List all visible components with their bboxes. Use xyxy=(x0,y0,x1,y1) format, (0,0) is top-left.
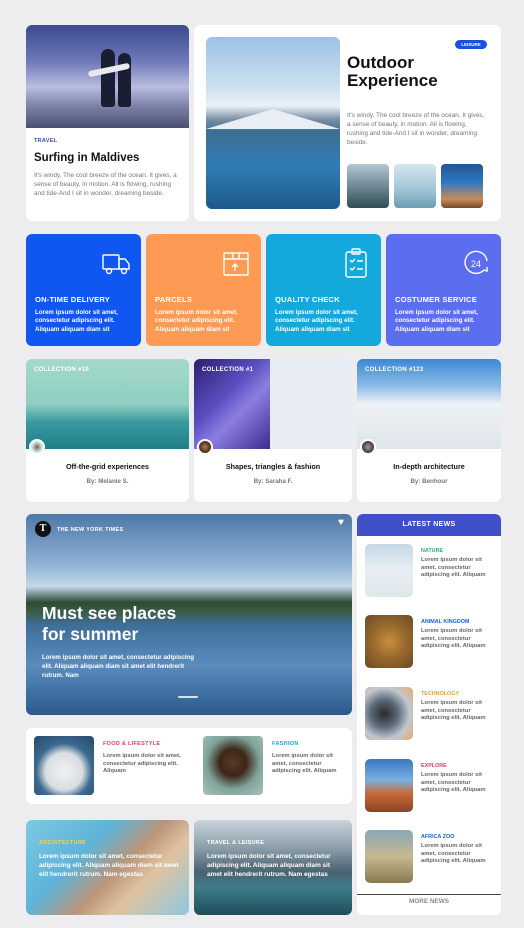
avatar[interactable] xyxy=(197,439,213,455)
surf-card[interactable]: TRAVEL Surfing in Maldives It's windy. T… xyxy=(26,25,189,221)
surfer-silhouette xyxy=(118,53,131,107)
feature-title-line2: for summer xyxy=(42,624,139,644)
service-card-delivery[interactable]: ON-TIME DELIVERY Lorem ipsum dolor sit a… xyxy=(26,234,141,346)
collection-label: COLLECTION #1 xyxy=(202,367,254,373)
article-photo[interactable] xyxy=(203,736,263,795)
article-text: Lorem ipsum dolor sit amet, consectetur … xyxy=(103,753,181,775)
news-item[interactable]: ANIMAL KINGDOM Lorem ipsum dolor sit ame… xyxy=(421,619,497,651)
surf-title: Surfing in Maldives xyxy=(34,152,140,164)
nyt-logo: T xyxy=(35,521,51,537)
service-title: COSTUMER SERVICE xyxy=(395,295,477,304)
service-title: ON-TIME DELIVERY xyxy=(35,295,111,304)
service-desc: Lorem ipsum dolor sit amet, consectetur … xyxy=(275,309,358,333)
avatar[interactable] xyxy=(360,439,376,455)
outdoor-text: It's windy. The cool breeze of the ocean… xyxy=(347,112,485,146)
service-card-parcels[interactable]: PARCELS Lorem ipsum dolor sit amet, cons… xyxy=(146,234,261,346)
article-category[interactable]: FOOD & LIFESTYLE xyxy=(103,741,160,747)
collection-author: By: Benhour xyxy=(410,478,448,485)
collection-label: COLLECTION #10 xyxy=(34,367,89,373)
feature-source: THE NEW YORK TIMES xyxy=(57,527,124,533)
thumb-2[interactable] xyxy=(394,164,436,208)
latest-news-panel: LATEST NEWS NATURE Lorem ipsum dolor sit… xyxy=(357,514,501,915)
thumb-3[interactable] xyxy=(441,164,483,208)
feature-card[interactable]: T THE NEW YORK TIMES ♥ Must see places f… xyxy=(26,514,352,715)
checklist-icon xyxy=(345,248,367,278)
card-category: ARCHITECTURE xyxy=(39,840,86,846)
heart-icon[interactable]: ♥ xyxy=(338,517,344,528)
surf-category: TRAVEL xyxy=(34,138,58,144)
latest-news-title: LATEST NEWS xyxy=(402,521,456,528)
architecture-card[interactable]: ARCHITECTURE Lorem ipsum dolor sit amet,… xyxy=(26,820,189,915)
service-title: PARCELS xyxy=(155,295,193,304)
collection-card[interactable]: COLLECTION #10 Off-the-grid experiences … xyxy=(26,359,189,502)
article-text: Lorem ipsum dolor sit amet, consectetur … xyxy=(272,753,337,775)
article-photo[interactable] xyxy=(34,736,94,795)
avatar[interactable] xyxy=(29,439,45,455)
carousel-dots[interactable] xyxy=(178,696,198,698)
service-desc: Lorem ipsum dolor sit amet, consectetur … xyxy=(35,309,118,333)
surf-text: It's windy. The cool breeze of the ocean… xyxy=(34,172,177,197)
outdoor-title: Outdoor Experience xyxy=(347,53,438,90)
news-item[interactable]: NATURE Lorem ipsum dolor sit amet, conse… xyxy=(421,548,497,580)
parcel-box-icon xyxy=(223,252,249,276)
collection-card[interactable]: COLLECTION #1 Shapes, triangles & fashio… xyxy=(194,359,352,502)
service-desc: Lorem ipsum dolor sit amet, consectetur … xyxy=(155,309,238,333)
card-text: Lorem ipsum dolor sit amet, consectetur … xyxy=(207,853,331,878)
service-title: QUALITY CHECK xyxy=(275,295,340,304)
article-category[interactable]: FASHION xyxy=(272,741,299,747)
collection-label: COLLECTION #123 xyxy=(365,367,424,373)
thumb-1[interactable] xyxy=(347,164,389,208)
news-item[interactable]: TECHNOLOGY Lorem ipsum dolor sit amet, c… xyxy=(421,691,497,723)
collection-title: In-depth architecture xyxy=(393,462,465,471)
support-24-icon: 24 xyxy=(464,250,488,275)
news-photo[interactable] xyxy=(365,615,413,668)
feature-title-line1: Must see places xyxy=(42,603,177,623)
collection-author: By: Saraha F. xyxy=(253,478,293,485)
service-card-quality[interactable]: QUALITY CHECK Lorem ipsum dolor sit amet… xyxy=(266,234,381,346)
news-photo[interactable] xyxy=(365,687,413,740)
service-card-support[interactable]: 24 COSTUMER SERVICE Lorem ipsum dolor si… xyxy=(386,234,501,346)
news-photo[interactable] xyxy=(365,544,413,597)
news-item[interactable]: AFRICA ZOO Lorem ipsum dolor sit amet, c… xyxy=(421,834,497,866)
collection-author: By: Melanie S. xyxy=(86,478,129,485)
delivery-truck-icon xyxy=(102,254,130,275)
news-item[interactable]: EXPLORE Lorem ipsum dolor sit amet, cons… xyxy=(421,763,497,795)
svg-text:24: 24 xyxy=(471,259,481,269)
card-text: Lorem ipsum dolor sit amet, consectetur … xyxy=(39,853,179,878)
leisure-badge[interactable]: LEISURE xyxy=(455,40,487,49)
travel-card[interactable]: TRAVEL & LEISURE Lorem ipsum dolor sit a… xyxy=(194,820,352,915)
news-photo[interactable] xyxy=(365,830,413,883)
surfer-silhouette xyxy=(101,49,115,107)
outdoor-card[interactable]: LEISURE Outdoor Experience It's windy. T… xyxy=(194,25,501,221)
collection-title: Shapes, triangles & fashion xyxy=(225,462,321,471)
latest-news-header: LATEST NEWS xyxy=(357,514,501,536)
leisure-badge-label: LEISURE xyxy=(461,42,481,47)
surf-photo xyxy=(26,25,189,128)
card-category: TRAVEL & LEISURE xyxy=(207,840,265,846)
mountain-shape xyxy=(206,109,340,129)
news-photo[interactable] xyxy=(365,759,413,812)
feature-text: Lorem ipsum dolor sit amet, consectetur … xyxy=(42,654,194,679)
collection-title: Off-the-grid experiences xyxy=(65,462,150,471)
collection-card[interactable]: COLLECTION #123 In-depth architecture By… xyxy=(357,359,501,502)
more-news-button[interactable]: MORE NEWS xyxy=(357,898,501,905)
service-desc: Lorem ipsum dolor sit amet, consectetur … xyxy=(395,309,478,333)
small-articles-card: FOOD & LIFESTYLE Lorem ipsum dolor sit a… xyxy=(26,728,352,804)
news-divider xyxy=(357,894,501,895)
outdoor-photo xyxy=(206,37,340,209)
